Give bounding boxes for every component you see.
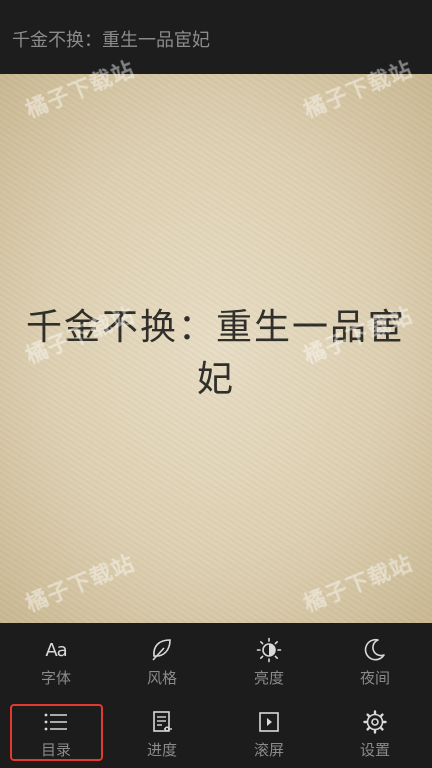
style-button-label: 风格	[146, 669, 177, 687]
gear-icon	[363, 710, 387, 734]
leaf-icon	[152, 639, 171, 661]
autoscroll-button-label: 滚屏	[253, 741, 284, 759]
reader-top-bar: 千金不换：重生一品宦妃	[0, 0, 432, 74]
list-icon	[44, 713, 67, 731]
chapter-title: 千金不换：重生一品宦妃	[12, 30, 210, 51]
brightness-button[interactable]: 亮度	[215, 623, 323, 693]
brightness-button-label: 亮度	[253, 669, 284, 687]
progress-icon	[153, 711, 172, 732]
night-mode-button-label: 夜间	[359, 669, 390, 687]
brightness-icon	[256, 637, 282, 663]
autoscroll-icon	[259, 712, 279, 732]
font-icon: Aa	[45, 639, 67, 661]
progress-button-label: 进度	[146, 741, 177, 759]
settings-button[interactable]: 设置	[321, 695, 429, 765]
reader-bottom-menu: Aa 字体 风格 亮度 夜间 目录 进度 滚屏 设置	[0, 623, 432, 768]
font-button[interactable]: Aa 字体	[2, 623, 110, 693]
font-button-label: 字体	[40, 669, 71, 687]
moon-icon	[364, 638, 385, 661]
autoscroll-button[interactable]: 滚屏	[215, 695, 323, 765]
toc-button-label: 目录	[40, 741, 71, 759]
toc-button[interactable]: 目录	[2, 695, 110, 765]
night-mode-button[interactable]: 夜间	[321, 623, 429, 693]
progress-button[interactable]: 进度	[108, 695, 216, 765]
settings-button-label: 设置	[359, 741, 390, 759]
style-button[interactable]: 风格	[108, 623, 216, 693]
